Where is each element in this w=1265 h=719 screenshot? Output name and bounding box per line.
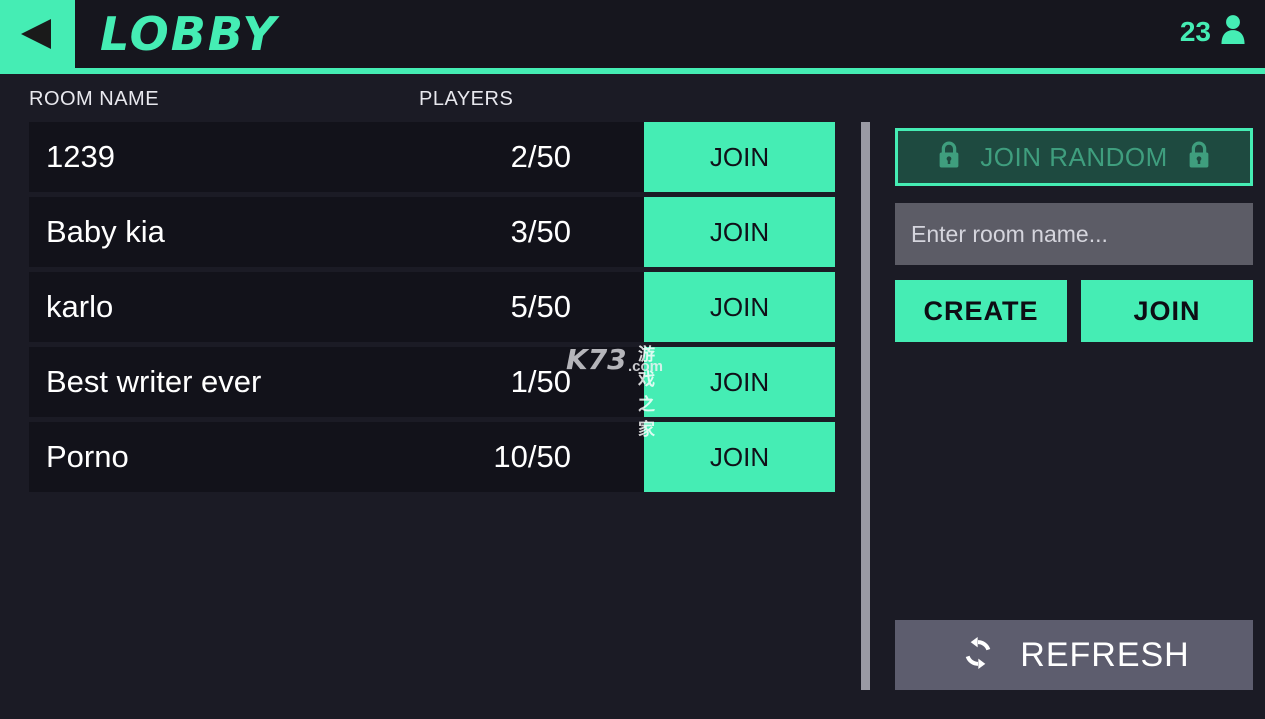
online-players-indicator: 23: [1180, 14, 1247, 49]
refresh-button[interactable]: REFRESH: [895, 620, 1253, 690]
room-players-cell: 1/50: [510, 364, 571, 399]
page-title: LOBBY: [100, 7, 278, 61]
table-row[interactable]: Porno 10/50 JOIN: [29, 422, 835, 492]
header-bar: LOBBY 23: [0, 0, 1265, 68]
room-name-input[interactable]: [895, 203, 1253, 265]
row-join-button[interactable]: JOIN: [644, 197, 835, 267]
scrollbar-thumb[interactable]: [861, 122, 870, 690]
header-accent-underline: [0, 68, 1265, 74]
lock-icon: [1186, 140, 1212, 175]
column-header-players: PLAYERS: [419, 88, 514, 110]
room-name-cell: Porno: [46, 439, 129, 474]
person-icon: [1219, 14, 1247, 49]
room-name-cell: Baby kia: [46, 214, 165, 249]
back-button[interactable]: [0, 0, 75, 68]
back-triangle-icon: [21, 19, 51, 49]
table-row[interactable]: Best writer ever 1/50 JOIN: [29, 347, 835, 417]
table-row[interactable]: 1239 2/50 JOIN: [29, 122, 835, 192]
room-name-cell: 1239: [46, 139, 115, 174]
table-row[interactable]: karlo 5/50 JOIN: [29, 272, 835, 342]
room-actions-panel: JOIN RANDOM CREATE JOIN: [895, 128, 1253, 342]
room-name-cell: karlo: [46, 289, 114, 324]
room-players-cell: 2/50: [510, 139, 571, 174]
join-room-button[interactable]: JOIN: [1081, 280, 1253, 342]
refresh-icon: [958, 633, 998, 678]
row-join-button[interactable]: JOIN: [644, 272, 835, 342]
room-players-cell: 10/50: [493, 439, 571, 474]
row-join-button[interactable]: JOIN: [644, 122, 835, 192]
row-join-button[interactable]: JOIN: [644, 422, 835, 492]
table-row[interactable]: Baby kia 3/50 JOIN: [29, 197, 835, 267]
room-players-cell: 3/50: [510, 214, 571, 249]
room-players-cell: 5/50: [510, 289, 571, 324]
column-header-room-name: ROOM NAME: [29, 88, 160, 110]
create-room-button[interactable]: CREATE: [895, 280, 1067, 342]
online-player-count: 23: [1179, 15, 1211, 47]
refresh-label: REFRESH: [1020, 635, 1190, 674]
lock-icon: [936, 140, 962, 175]
join-random-label: JOIN RANDOM: [980, 141, 1168, 172]
room-list-scrollbar[interactable]: [861, 122, 870, 690]
room-list: 1239 2/50 JOIN Baby kia 3/50 JOIN karlo …: [29, 122, 835, 497]
create-join-row: CREATE JOIN: [895, 280, 1253, 342]
row-join-button[interactable]: JOIN: [644, 347, 835, 417]
lobby-screen: LOBBY 23 ROOM NAME PLAYERS 1239 2/50 JOI…: [0, 0, 1265, 719]
room-name-cell: Best writer ever: [46, 364, 262, 399]
join-random-button[interactable]: JOIN RANDOM: [895, 128, 1253, 186]
